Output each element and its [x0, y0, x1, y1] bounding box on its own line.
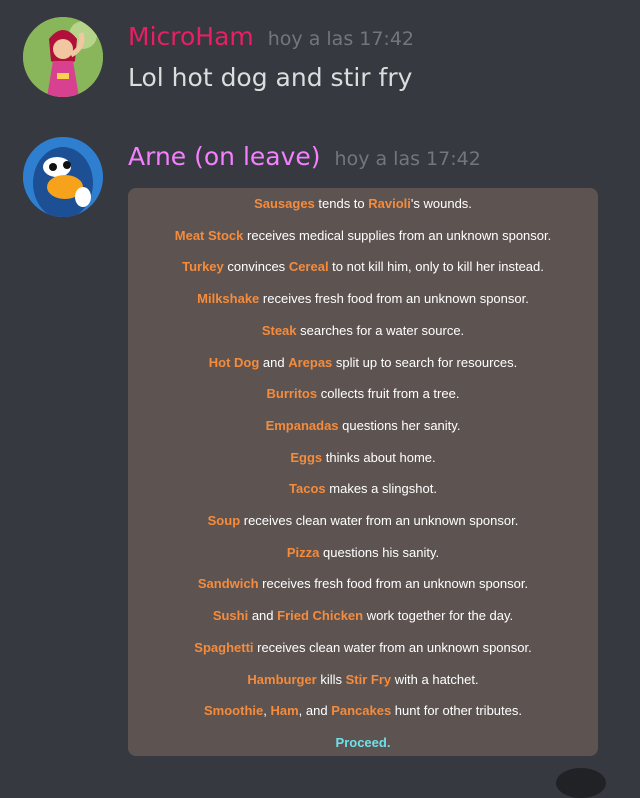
tribute-name: Pancakes: [331, 703, 392, 719]
tribute-name: Sushi: [212, 608, 249, 624]
embed-line: Spaghetti receives clean water from an u…: [128, 640, 598, 655]
event-text: receives medical supplies from an unknow…: [243, 227, 552, 243]
tribute-name: Burritos: [266, 386, 318, 402]
event-text: thinks about home.: [322, 449, 436, 465]
embed-line: Hot Dog and Arepas split up to search fo…: [128, 355, 598, 370]
tribute-name: Spaghetti: [194, 639, 254, 655]
event-text: convinces: [223, 259, 289, 275]
message-microham: MicroHam hoy a las 17:42 Lol hot dog and …: [0, 0, 640, 120]
event-text: hunt for other tributes.: [391, 703, 522, 719]
scroll-indicator: [556, 768, 606, 798]
tribute-name: Empanadas: [265, 417, 339, 433]
hercules-avatar-icon: [23, 17, 103, 97]
message-text: Lol hot dog and stir fry: [128, 63, 413, 92]
tribute-name: Turkey: [182, 259, 224, 275]
embed-line: Burritos collects fruit from a tree.: [128, 386, 598, 401]
tribute-name: Sandwich: [197, 576, 259, 592]
embed-line: Milkshake receives fresh food from an un…: [128, 291, 598, 306]
tribute-name: Sausages: [254, 196, 315, 211]
tribute-name: Ravioli: [368, 196, 411, 211]
event-text: and: [259, 354, 289, 370]
embed-line: Pizza questions his sanity.: [128, 545, 598, 560]
message-header: MicroHam hoy a las 17:42: [128, 22, 414, 51]
hunger-games-embed: Sausages tends to Ravioli's wounds. Meat …: [128, 188, 598, 756]
event-text: , and: [298, 703, 332, 719]
tribute-name: Fried Chicken: [277, 608, 364, 624]
message-header: Arne (on leave) hoy a las 17:42: [128, 142, 481, 171]
proceed-link[interactable]: Proceed.: [128, 735, 598, 750]
event-text: kills: [316, 671, 346, 687]
tribute-name: Smoothie: [204, 703, 264, 719]
event-text: with a hatchet.: [391, 671, 479, 687]
embed-line: Soup receives clean water from an unknow…: [128, 513, 598, 528]
event-text: receives clean water from an unknown spo…: [253, 639, 532, 655]
event-text: to not kill him, only to kill her instea…: [328, 259, 544, 275]
event-text: 's wounds.: [410, 196, 472, 211]
embed-line: Empanadas questions her sanity.: [128, 418, 598, 433]
embed-line: Sushi and Fried Chicken work together fo…: [128, 608, 598, 623]
embed-line: Turkey convinces Cereal to not kill him,…: [128, 259, 598, 274]
embed-line: Hamburger kills Stir Fry with a hatchet.: [128, 672, 598, 687]
event-text: questions his sanity.: [319, 544, 440, 560]
event-text: tends to: [314, 196, 369, 211]
event-text: receives clean water from an unknown spo…: [240, 513, 519, 528]
tribute-name: Steak: [261, 322, 297, 338]
event-text: split up to search for resources.: [332, 354, 518, 370]
tribute-name: Hamburger: [247, 671, 317, 687]
event-text: receives fresh food from an unknown spon…: [258, 576, 529, 592]
event-text: work together for the day.: [363, 608, 514, 624]
tribute-name: Tacos: [289, 481, 326, 497]
tribute-name: Milkshake: [197, 291, 260, 307]
event-text: makes a slingshot.: [325, 481, 437, 497]
avatar-arne[interactable]: [23, 137, 103, 217]
tribute-name: Hot Dog: [208, 354, 260, 370]
embed-line: Sausages tends to Ravioli's wounds.: [128, 196, 598, 211]
embed-line: Tacos makes a slingshot.: [128, 481, 598, 496]
embed-line: Steak searches for a water source.: [128, 323, 598, 338]
embed-line: Eggs thinks about home.: [128, 450, 598, 465]
timestamp: hoy a las 17:42: [267, 28, 415, 50]
tribute-name: Stir Fry: [345, 671, 392, 687]
tribute-name: Cereal: [288, 259, 329, 275]
embed-line: Meat Stock receives medical supplies fro…: [128, 228, 598, 243]
penguin-avatar-icon: [23, 137, 103, 217]
tribute-name: Eggs: [290, 449, 323, 465]
tribute-name: Arepas: [288, 354, 333, 370]
tribute-name: Meat Stock: [174, 227, 244, 243]
event-text: receives fresh food from an unknown spon…: [259, 291, 529, 307]
embed-line: Smoothie, Ham, and Pancakes hunt for oth…: [128, 703, 598, 718]
tribute-name: Pizza: [286, 544, 320, 560]
username[interactable]: MicroHam: [128, 22, 254, 51]
timestamp: hoy a las 17:42: [334, 148, 481, 170]
tribute-name: Ham: [270, 703, 299, 719]
embed-line: Sandwich receives fresh food from an unk…: [128, 576, 598, 591]
event-text: questions her sanity.: [338, 417, 461, 433]
event-text: and: [248, 608, 278, 624]
avatar-microham[interactable]: [23, 17, 103, 97]
username[interactable]: Arne (on leave): [128, 142, 321, 171]
event-text: searches for a water source.: [296, 322, 465, 338]
event-text: collects fruit from a tree.: [317, 386, 460, 402]
tribute-name: Soup: [207, 513, 241, 528]
